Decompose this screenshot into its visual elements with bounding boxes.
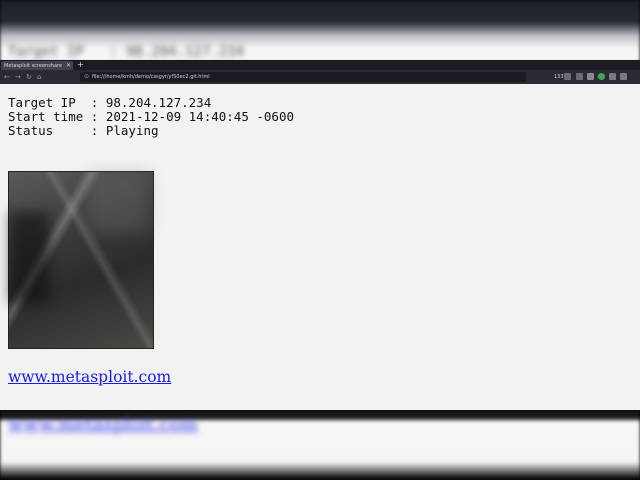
page-content: Target IP : 98.204.127.234 Start time : … — [0, 84, 640, 410]
home-icon[interactable]: ⌂ — [37, 72, 41, 82]
account-icon[interactable] — [609, 73, 616, 80]
info-row-target-ip: Target IP : 98.204.127.234 — [8, 95, 212, 110]
forward-arrow-icon[interactable]: → — [15, 72, 21, 82]
session-info: Target IP : 98.204.127.234 Start time : … — [8, 96, 294, 138]
browser-window: Metasploit screenshare ✕ + ← → ↻ ⌂ ⊙ fil… — [0, 60, 640, 410]
pocket-icon[interactable] — [576, 73, 583, 80]
back-arrow-icon[interactable]: ← — [4, 72, 10, 82]
info-value: 98.204.127.234 — [105, 95, 212, 110]
menu-icon[interactable] — [620, 73, 627, 80]
url-bar[interactable]: ⊙ file:///home/kmh/demo/cssgyr/yfS0ec2.g… — [80, 72, 602, 82]
addon-icon[interactable] — [598, 73, 605, 80]
info-row-status: Status : Playing — [8, 123, 159, 138]
nav-bar: ← → ↻ ⌂ ⊙ file:///home/kmh/demo/cssgyr/y… — [0, 70, 640, 84]
info-value: 2021-12-09 14:40:45 -0600 — [105, 109, 295, 124]
extension-icon[interactable] — [564, 73, 571, 80]
url-text[interactable]: file:///home/kmh/demo/cssgyr/yfS0ec2.git… — [92, 72, 210, 82]
backdrop-bottom-link: www.metasploit.com — [8, 414, 198, 435]
info-label: Status — [8, 123, 91, 138]
reload-icon[interactable]: ↻ — [26, 72, 32, 82]
info-value: Playing — [105, 123, 159, 138]
page-info-icon[interactable]: ⊙ — [84, 72, 89, 82]
plus-icon[interactable]: + — [77, 60, 84, 70]
webcam-stream-image — [8, 171, 154, 349]
info-label: Target IP — [8, 95, 91, 110]
tab-metasploit-screenshare[interactable]: Metasploit screenshare ✕ — [1, 61, 73, 70]
info-label: Start time — [8, 109, 91, 124]
tab-title: Metasploit screenshare — [4, 62, 63, 69]
tab-bar: Metasploit screenshare ✕ + — [0, 60, 640, 70]
metasploit-link[interactable]: www.metasploit.com — [8, 368, 171, 386]
close-icon[interactable]: ✕ — [66, 61, 71, 70]
backdrop-top-text: Target IP : 98.204.127.234 — [8, 44, 245, 60]
downloads-icon[interactable] — [587, 73, 594, 80]
info-row-start-time: Start time : 2021-12-09 14:40:45 -0600 — [8, 109, 295, 124]
